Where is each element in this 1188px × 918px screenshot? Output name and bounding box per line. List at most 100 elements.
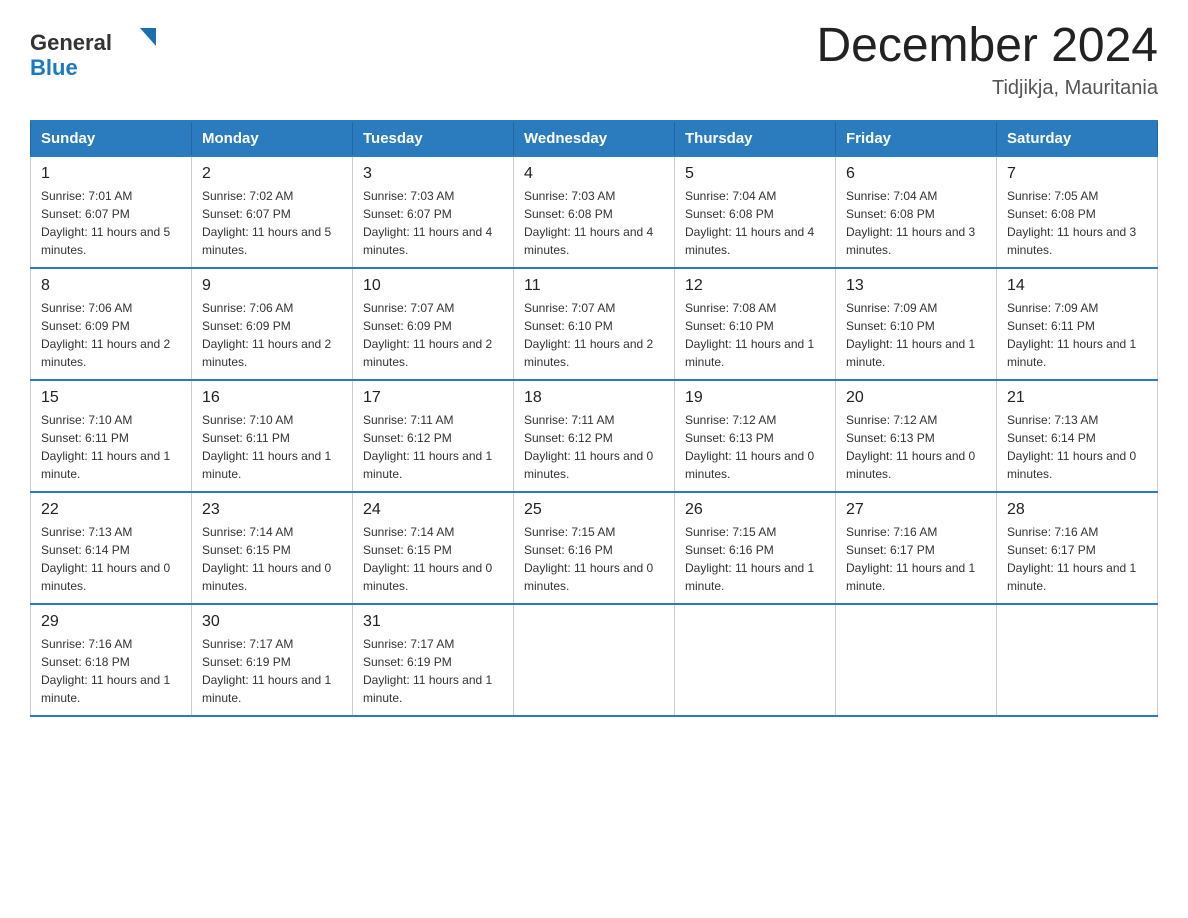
sunrise-label: Sunrise: 7:03 AM [524, 189, 615, 203]
calendar-cell: 28 Sunrise: 7:16 AM Sunset: 6:17 PM Dayl… [997, 492, 1158, 604]
day-number: 19 [685, 389, 825, 407]
sunrise-label: Sunrise: 7:12 AM [685, 413, 776, 427]
day-number: 1 [41, 165, 181, 183]
calendar-cell: 21 Sunrise: 7:13 AM Sunset: 6:14 PM Dayl… [997, 380, 1158, 492]
calendar-cell: 3 Sunrise: 7:03 AM Sunset: 6:07 PM Dayli… [353, 156, 514, 268]
calendar-cell: 25 Sunrise: 7:15 AM Sunset: 6:16 PM Dayl… [514, 492, 675, 604]
sunrise-label: Sunrise: 7:05 AM [1007, 189, 1098, 203]
day-info: Sunrise: 7:04 AM Sunset: 6:08 PM Dayligh… [685, 187, 825, 259]
sunrise-label: Sunrise: 7:14 AM [202, 525, 293, 539]
sunset-label: Sunset: 6:12 PM [524, 431, 613, 445]
col-monday: Monday [192, 121, 353, 156]
daylight-label: Daylight: 11 hours and 4 minutes. [363, 225, 492, 257]
calendar-cell: 7 Sunrise: 7:05 AM Sunset: 6:08 PM Dayli… [997, 156, 1158, 268]
day-number: 9 [202, 277, 342, 295]
calendar-cell: 18 Sunrise: 7:11 AM Sunset: 6:12 PM Dayl… [514, 380, 675, 492]
sunset-label: Sunset: 6:13 PM [685, 431, 774, 445]
daylight-label: Daylight: 11 hours and 5 minutes. [41, 225, 170, 257]
sunrise-label: Sunrise: 7:10 AM [41, 413, 132, 427]
calendar-cell: 6 Sunrise: 7:04 AM Sunset: 6:08 PM Dayli… [836, 156, 997, 268]
sunrise-label: Sunrise: 7:16 AM [1007, 525, 1098, 539]
sunrise-label: Sunrise: 7:01 AM [41, 189, 132, 203]
sunset-label: Sunset: 6:19 PM [363, 655, 452, 669]
day-info: Sunrise: 7:16 AM Sunset: 6:17 PM Dayligh… [1007, 523, 1147, 595]
page-header: General Blue December 2024 Tidjikja, Mau… [30, 20, 1158, 100]
daylight-label: Daylight: 11 hours and 1 minute. [202, 449, 331, 481]
day-info: Sunrise: 7:15 AM Sunset: 6:16 PM Dayligh… [524, 523, 664, 595]
sunset-label: Sunset: 6:07 PM [41, 207, 130, 221]
day-number: 22 [41, 501, 181, 519]
day-number: 15 [41, 389, 181, 407]
day-info: Sunrise: 7:09 AM Sunset: 6:11 PM Dayligh… [1007, 299, 1147, 371]
logo-svg: General Blue [30, 20, 160, 85]
sunset-label: Sunset: 6:15 PM [202, 543, 291, 557]
calendar-cell: 22 Sunrise: 7:13 AM Sunset: 6:14 PM Dayl… [31, 492, 192, 604]
day-info: Sunrise: 7:04 AM Sunset: 6:08 PM Dayligh… [846, 187, 986, 259]
calendar-cell [675, 604, 836, 716]
day-number: 31 [363, 613, 503, 631]
daylight-label: Daylight: 11 hours and 1 minute. [685, 561, 814, 593]
calendar-cell [997, 604, 1158, 716]
svg-text:General: General [30, 30, 112, 55]
day-number: 25 [524, 501, 664, 519]
calendar-header-row: Sunday Monday Tuesday Wednesday Thursday… [31, 121, 1158, 156]
calendar-cell: 26 Sunrise: 7:15 AM Sunset: 6:16 PM Dayl… [675, 492, 836, 604]
sunset-label: Sunset: 6:11 PM [1007, 319, 1095, 333]
col-thursday: Thursday [675, 121, 836, 156]
sunrise-label: Sunrise: 7:08 AM [685, 301, 776, 315]
day-number: 2 [202, 165, 342, 183]
daylight-label: Daylight: 11 hours and 2 minutes. [41, 337, 170, 369]
daylight-label: Daylight: 11 hours and 0 minutes. [41, 561, 170, 593]
calendar-week-row: 22 Sunrise: 7:13 AM Sunset: 6:14 PM Dayl… [31, 492, 1158, 604]
sunset-label: Sunset: 6:17 PM [846, 543, 935, 557]
day-number: 20 [846, 389, 986, 407]
calendar-cell: 16 Sunrise: 7:10 AM Sunset: 6:11 PM Dayl… [192, 380, 353, 492]
day-number: 3 [363, 165, 503, 183]
sunset-label: Sunset: 6:08 PM [846, 207, 935, 221]
sunset-label: Sunset: 6:10 PM [846, 319, 935, 333]
daylight-label: Daylight: 11 hours and 1 minute. [41, 449, 170, 481]
day-info: Sunrise: 7:07 AM Sunset: 6:09 PM Dayligh… [363, 299, 503, 371]
day-number: 24 [363, 501, 503, 519]
col-friday: Friday [836, 121, 997, 156]
calendar-cell: 10 Sunrise: 7:07 AM Sunset: 6:09 PM Dayl… [353, 268, 514, 380]
page-title: December 2024 [816, 20, 1158, 73]
day-number: 10 [363, 277, 503, 295]
day-number: 6 [846, 165, 986, 183]
calendar-week-row: 15 Sunrise: 7:10 AM Sunset: 6:11 PM Dayl… [31, 380, 1158, 492]
sunrise-label: Sunrise: 7:02 AM [202, 189, 293, 203]
day-info: Sunrise: 7:03 AM Sunset: 6:08 PM Dayligh… [524, 187, 664, 259]
day-info: Sunrise: 7:13 AM Sunset: 6:14 PM Dayligh… [41, 523, 181, 595]
sunrise-label: Sunrise: 7:16 AM [846, 525, 937, 539]
calendar-cell [836, 604, 997, 716]
sunrise-label: Sunrise: 7:07 AM [363, 301, 454, 315]
day-info: Sunrise: 7:09 AM Sunset: 6:10 PM Dayligh… [846, 299, 986, 371]
calendar-cell: 8 Sunrise: 7:06 AM Sunset: 6:09 PM Dayli… [31, 268, 192, 380]
sunset-label: Sunset: 6:08 PM [524, 207, 613, 221]
sunrise-label: Sunrise: 7:04 AM [685, 189, 776, 203]
day-number: 29 [41, 613, 181, 631]
calendar-week-row: 29 Sunrise: 7:16 AM Sunset: 6:18 PM Dayl… [31, 604, 1158, 716]
calendar-cell: 4 Sunrise: 7:03 AM Sunset: 6:08 PM Dayli… [514, 156, 675, 268]
sunset-label: Sunset: 6:10 PM [524, 319, 613, 333]
daylight-label: Daylight: 11 hours and 1 minute. [41, 673, 170, 705]
calendar-week-row: 1 Sunrise: 7:01 AM Sunset: 6:07 PM Dayli… [31, 156, 1158, 268]
day-info: Sunrise: 7:01 AM Sunset: 6:07 PM Dayligh… [41, 187, 181, 259]
daylight-label: Daylight: 11 hours and 1 minute. [846, 561, 975, 593]
daylight-label: Daylight: 11 hours and 4 minutes. [524, 225, 653, 257]
day-number: 7 [1007, 165, 1147, 183]
day-info: Sunrise: 7:12 AM Sunset: 6:13 PM Dayligh… [846, 411, 986, 483]
calendar-cell: 5 Sunrise: 7:04 AM Sunset: 6:08 PM Dayli… [675, 156, 836, 268]
calendar-cell [514, 604, 675, 716]
day-number: 4 [524, 165, 664, 183]
daylight-label: Daylight: 11 hours and 0 minutes. [524, 561, 653, 593]
calendar-cell: 9 Sunrise: 7:06 AM Sunset: 6:09 PM Dayli… [192, 268, 353, 380]
day-number: 23 [202, 501, 342, 519]
day-info: Sunrise: 7:11 AM Sunset: 6:12 PM Dayligh… [524, 411, 664, 483]
sunset-label: Sunset: 6:12 PM [363, 431, 452, 445]
day-number: 13 [846, 277, 986, 295]
daylight-label: Daylight: 11 hours and 0 minutes. [363, 561, 492, 593]
title-block: December 2024 Tidjikja, Mauritania [816, 20, 1158, 100]
daylight-label: Daylight: 11 hours and 0 minutes. [846, 449, 975, 481]
sunset-label: Sunset: 6:11 PM [202, 431, 290, 445]
